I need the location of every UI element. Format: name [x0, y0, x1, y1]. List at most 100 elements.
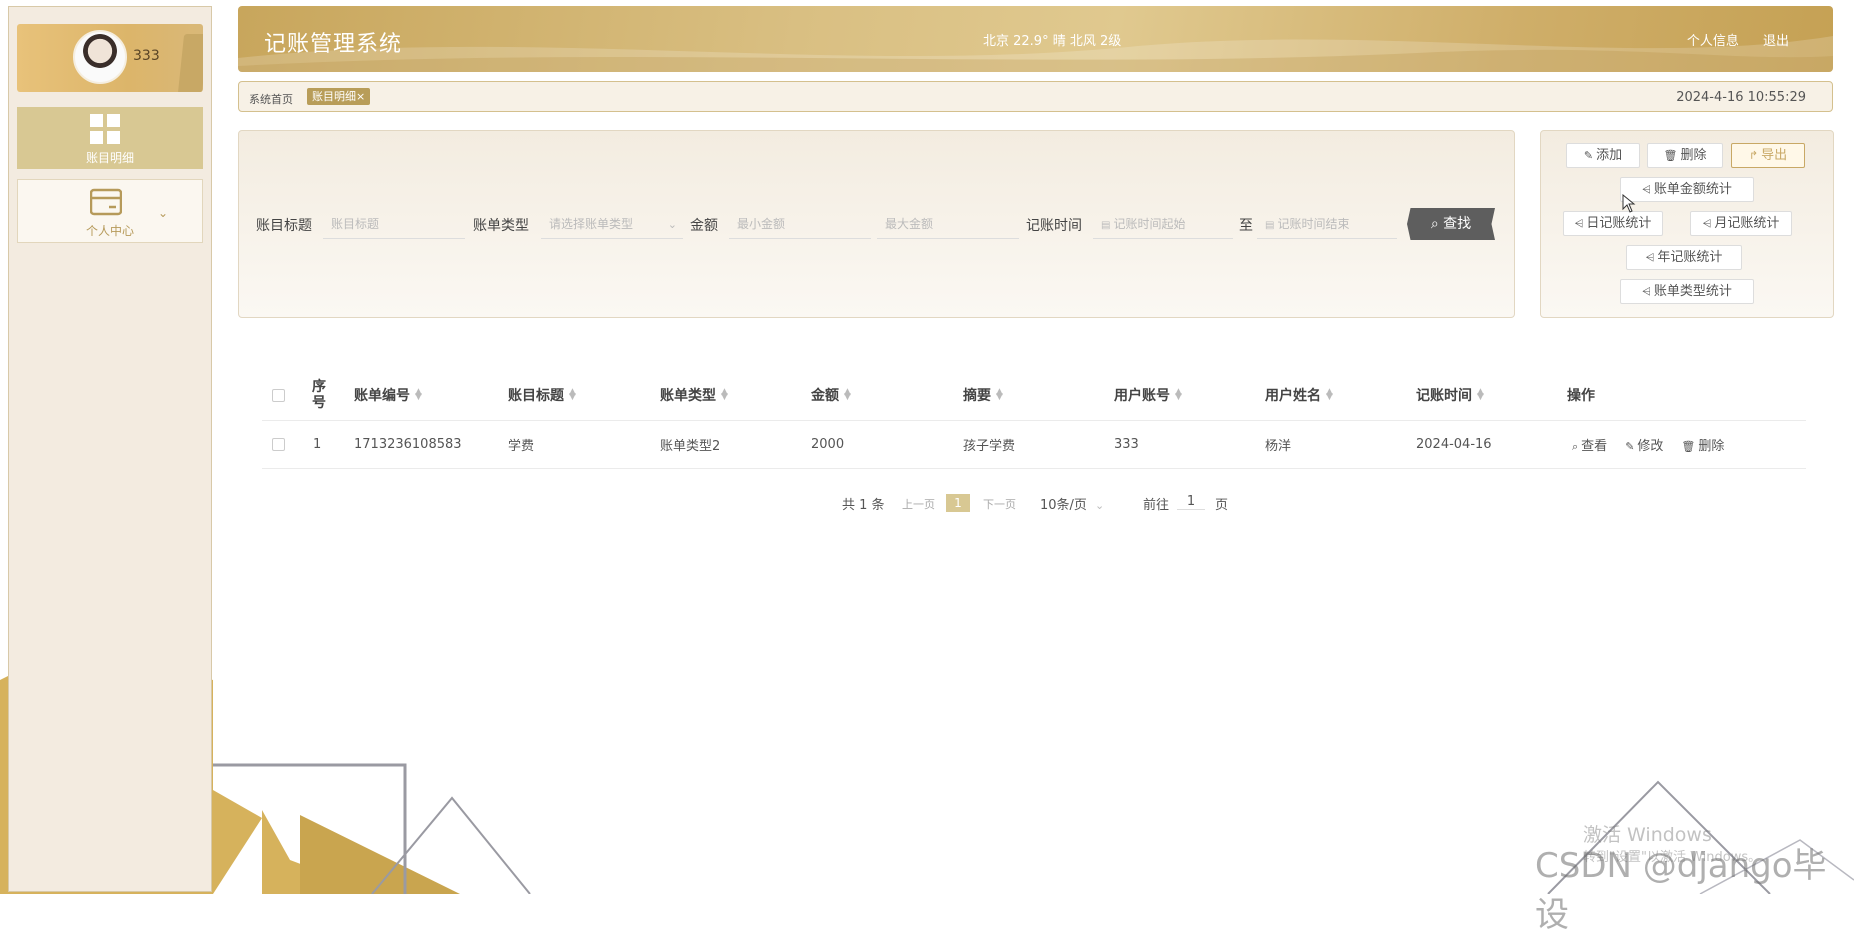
- grid-icon: [90, 114, 120, 144]
- cell-date: 2024-04-16: [1416, 436, 1492, 452]
- bill-amount-stats-label: 账单金额统计: [1653, 182, 1732, 197]
- title-placeholder: 账目标题: [331, 217, 380, 231]
- breadcrumb: 系统首页 账目明细× 2024-4-16 10:55:29: [238, 81, 1833, 112]
- type-select[interactable]: 请选择账单类型 ⌄: [541, 211, 683, 239]
- amount-label: 金额: [690, 218, 718, 234]
- share-nodes-icon: ⩤: [1645, 251, 1655, 264]
- delete-label: 删除: [1680, 148, 1707, 163]
- profile-link[interactable]: 个人信息: [1687, 34, 1739, 49]
- add-button[interactable]: ✎ 添加: [1566, 143, 1640, 168]
- sort-icon[interactable]: ▲ ▼: [996, 388, 1003, 402]
- date-separator: 至: [1239, 218, 1253, 234]
- min-amount-input[interactable]: 最小金额: [729, 211, 871, 239]
- username: 333: [133, 48, 160, 64]
- daily-stats-button[interactable]: ⩤ 日记账统计: [1563, 211, 1663, 236]
- profile-card[interactable]: 333: [17, 24, 203, 92]
- col-title[interactable]: 账目标题 ▲ ▼: [508, 370, 576, 420]
- sidebar-item-bill-details[interactable]: 账目明细: [17, 107, 203, 169]
- cell-summary: 孩子学费: [963, 438, 1016, 454]
- sidebar-item-personal-center[interactable]: 个人中心 ⌄: [17, 179, 203, 243]
- chevron-down-icon[interactable]: ⌄: [158, 206, 168, 220]
- prev-page-button[interactable]: 上一页: [902, 496, 935, 512]
- sort-icon[interactable]: ▲ ▼: [1326, 388, 1333, 402]
- sort-icon[interactable]: ▲ ▼: [569, 388, 576, 402]
- breadcrumb-home[interactable]: 系统首页: [249, 91, 293, 107]
- edit-label: 修改: [1637, 438, 1664, 454]
- select-all-checkbox[interactable]: [272, 388, 285, 402]
- chevron-down-icon: ⌄: [1094, 499, 1105, 512]
- sort-icon[interactable]: ▲ ▼: [721, 388, 728, 402]
- profile-tab-decoration: [177, 34, 203, 92]
- page-number-button[interactable]: 1: [946, 494, 970, 512]
- col-name[interactable]: 用户姓名 ▲ ▼: [1265, 370, 1333, 420]
- col-label: 用户姓名: [1265, 388, 1321, 404]
- type-placeholder: 请选择账单类型: [549, 217, 634, 231]
- max-amount-input[interactable]: 最大金额: [877, 211, 1019, 239]
- delete-button[interactable]: 🗑 删除: [1647, 143, 1723, 168]
- col-amount[interactable]: 金额 ▲ ▼: [811, 370, 851, 420]
- card-icon: [90, 188, 122, 216]
- cell-index: 1: [313, 436, 322, 452]
- delete-row-button[interactable]: 🗑 删除: [1681, 435, 1724, 454]
- logout-link[interactable]: 退出: [1763, 34, 1789, 49]
- col-index: 序号: [312, 379, 326, 411]
- chevron-down-icon: ⌄: [667, 218, 677, 231]
- goto-page-input[interactable]: 1: [1177, 494, 1205, 510]
- end-date-input[interactable]: ▤ 记账时间结束: [1257, 211, 1397, 239]
- bill-amount-stats-button[interactable]: ⩤ 账单金额统计: [1620, 177, 1754, 202]
- edit-icon: ✎: [1625, 439, 1635, 453]
- page-size-select[interactable]: 10条/页 ⌄: [1040, 494, 1104, 513]
- cell-type: 账单类型2: [660, 438, 721, 454]
- sidebar-item-label: 账目明细: [85, 151, 134, 165]
- search-button-label: 查找: [1443, 216, 1472, 232]
- view-button[interactable]: ⌕ 查看: [1572, 435, 1607, 454]
- mouse-cursor-icon: [1622, 194, 1636, 213]
- add-label: 添加: [1596, 148, 1623, 163]
- type-label: 账单类型: [473, 218, 529, 234]
- end-date-placeholder: 记账时间结束: [1277, 217, 1350, 231]
- edit-icon: ✎: [1583, 149, 1594, 162]
- col-label: 摘要: [963, 388, 991, 404]
- col-label: 账单类型: [660, 388, 716, 404]
- share-icon: ↱: [1748, 149, 1759, 162]
- search-panel: 账目标题 账目标题 账单类型 请选择账单类型 ⌄ 金额 最小金额 最大金额 记账…: [238, 130, 1515, 318]
- bill-type-stats-button[interactable]: ⩤ 账单类型统计: [1620, 279, 1754, 304]
- tab-bill-details[interactable]: 账目明细×: [307, 88, 371, 105]
- share-nodes-icon: ⩤: [1642, 285, 1651, 298]
- sort-icon[interactable]: ▲ ▼: [415, 388, 422, 402]
- row-checkbox[interactable]: [272, 437, 285, 451]
- monthly-stats-button[interactable]: ⩤ 月记账统计: [1690, 211, 1792, 236]
- col-account[interactable]: 用户账号 ▲ ▼: [1114, 370, 1182, 420]
- share-nodes-icon: ⩤: [1642, 183, 1651, 196]
- cell-name: 杨洋: [1265, 438, 1292, 454]
- export-button[interactable]: ↱ 导出: [1731, 143, 1805, 168]
- top-header: 记账管理系统 北京 22.9° 晴 北风 2级 个人信息 退出: [238, 6, 1833, 72]
- next-page-button[interactable]: 下一页: [983, 496, 1016, 512]
- start-date-input[interactable]: ▤ 记账时间起始: [1093, 211, 1233, 239]
- title-search-input[interactable]: 账目标题: [323, 211, 465, 239]
- calendar-icon: ▤: [1265, 220, 1275, 231]
- sort-icon[interactable]: ▲ ▼: [1175, 388, 1182, 402]
- col-bill-no[interactable]: 账单编号 ▲ ▼: [354, 370, 422, 420]
- actions-panel: ✎ 添加 🗑 删除 ↱ 导出 ⩤ 账单金额统计 ⩤ 日记账统计 ⩤ 月记账统计 ⩤ 年记账统计…: [1540, 130, 1834, 318]
- total-count: 共 1 条: [842, 498, 885, 513]
- search-button[interactable]: ⌕ 查找: [1407, 208, 1495, 240]
- weather-info: 北京 22.9° 晴 北风 2级: [983, 34, 1122, 49]
- app-title: 记账管理系统: [264, 32, 403, 57]
- yearly-stats-button[interactable]: ⩤ 年记账统计: [1626, 245, 1742, 270]
- table-header-row: 序号 账单编号 ▲ ▼ 账目标题 ▲ ▼ 账单类型 ▲ ▼ 金额 ▲ ▼ 摘要 ▲ ▼ 用户账号 ▲ ▼…: [262, 370, 1806, 421]
- table-row: 1 1713236108583 学费 账单类型2 2000 孩子学费 333 杨…: [262, 420, 1806, 469]
- sort-icon[interactable]: ▲ ▼: [844, 388, 851, 402]
- share-nodes-icon: ⩤: [1574, 217, 1584, 230]
- col-date[interactable]: 记账时间 ▲ ▼: [1416, 370, 1484, 420]
- avatar[interactable]: [73, 30, 127, 84]
- yearly-stats-label: 年记账统计: [1657, 250, 1723, 265]
- bill-type-stats-label: 账单类型统计: [1653, 284, 1732, 299]
- col-summary[interactable]: 摘要 ▲ ▼: [963, 370, 1003, 420]
- col-type[interactable]: 账单类型 ▲ ▼: [660, 370, 728, 420]
- current-datetime: 2024-4-16 10:55:29: [1676, 90, 1806, 105]
- sort-icon[interactable]: ▲ ▼: [1477, 388, 1484, 402]
- edit-button[interactable]: ✎ 修改: [1625, 435, 1663, 454]
- cell-account: 333: [1114, 436, 1139, 452]
- csdn-credit-watermark: CSDN @django毕设: [1535, 846, 1827, 935]
